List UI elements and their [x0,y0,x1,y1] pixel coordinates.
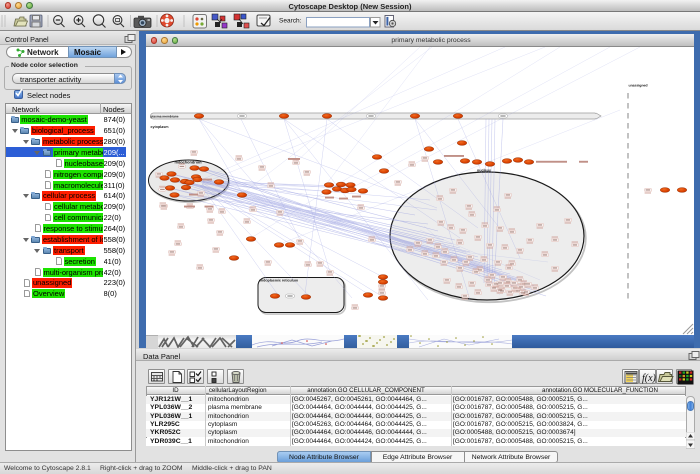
svg-text:f(x): f(x) [642,373,657,384]
svg-text:Search:: Search: [279,17,302,24]
